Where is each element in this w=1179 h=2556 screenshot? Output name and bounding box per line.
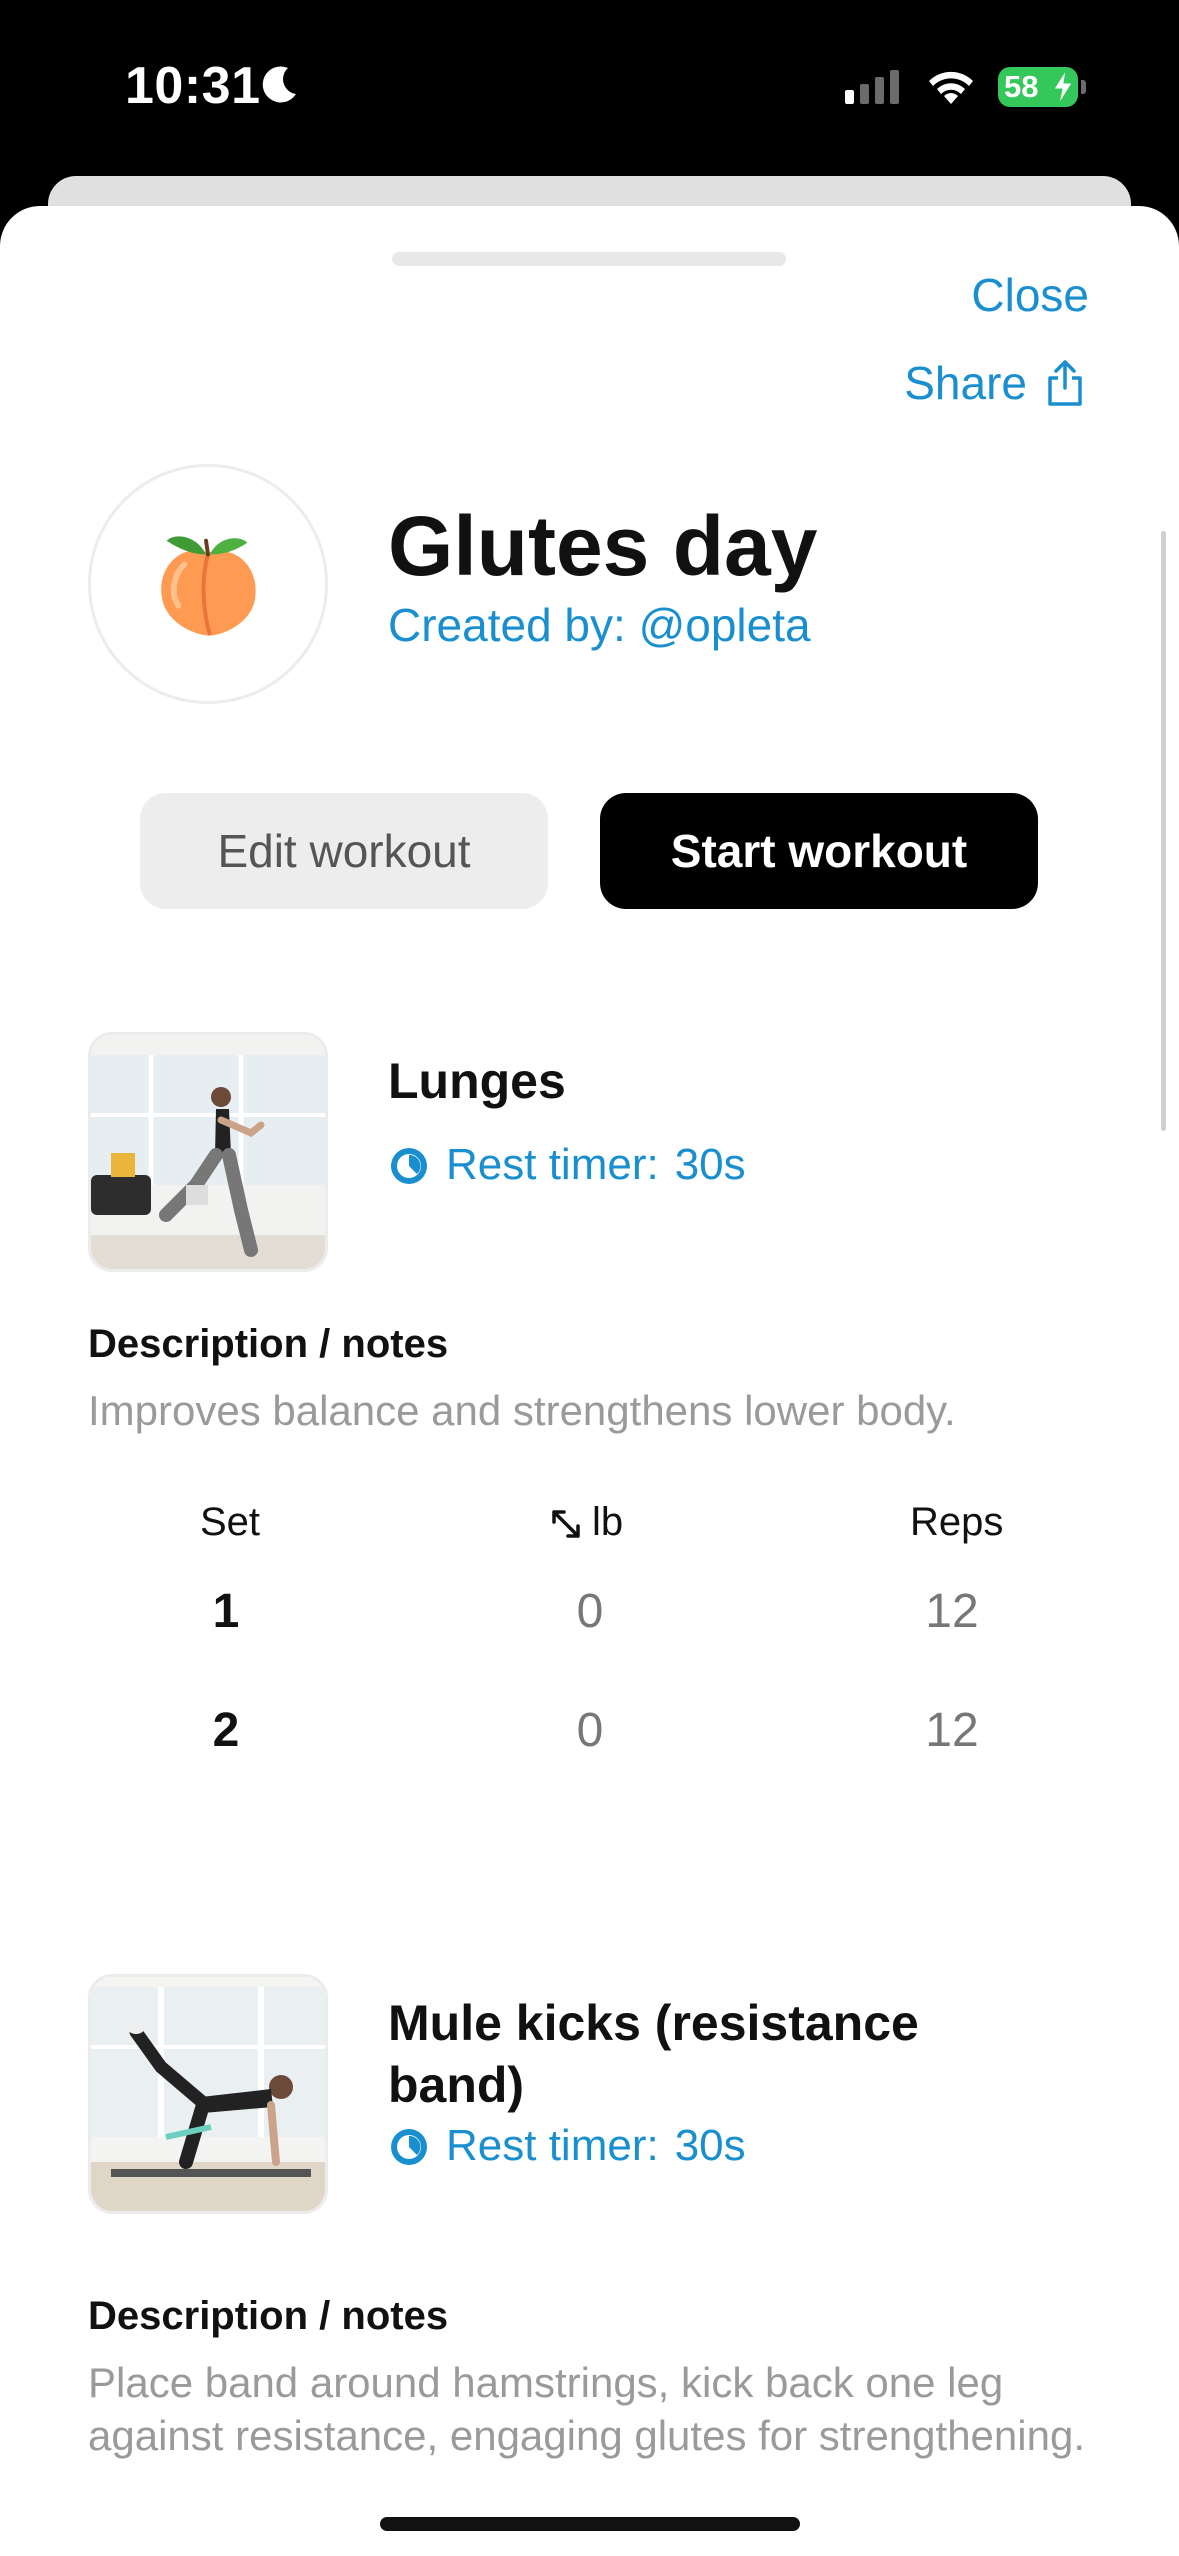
workout-title: Glutes day [388, 499, 818, 593]
rest-timer-value: 30s [674, 1140, 746, 1189]
home-indicator[interactable] [380, 2517, 800, 2531]
exercise-name: Mule kicks (resistance band) [388, 1995, 919, 2113]
workout-sheet: Close Share 🍑 Glutes day Created by: @op… [0, 206, 1179, 2556]
weight-expand-icon [552, 1510, 580, 1539]
battery-tip [1081, 80, 1086, 94]
rest-timer[interactable]: Rest timer: 30s [388, 2121, 746, 2171]
edit-workout-button[interactable]: Edit workout [140, 793, 548, 909]
rest-timer-label: Rest timer: [446, 1140, 659, 1189]
exercise-card-mule-kicks: Mule kicks (resistance band) Rest timer:… [88, 1974, 1098, 2556]
wifi-icon [929, 71, 973, 104]
rest-timer-label: Rest timer: [446, 2121, 659, 2170]
share-icon [1048, 360, 1082, 406]
set-reps[interactable]: 12 [892, 1584, 1012, 1639]
peach-icon [161, 536, 256, 636]
rest-timer-value: 30s [674, 2121, 746, 2170]
lunges-image [91, 1035, 325, 1269]
set-weight[interactable]: 0 [530, 1584, 650, 1639]
column-header-weight: lb [550, 1500, 623, 1545]
timer-icon [391, 1148, 427, 1184]
set-number: 1 [212, 1585, 240, 1638]
status-time: 10:31 [125, 57, 261, 115]
description-label: Description / notes [88, 2294, 449, 2338]
battery-level: 58 [1004, 69, 1039, 104]
set-number: 2 [212, 1704, 240, 1757]
share-button[interactable]: Share [904, 356, 1085, 410]
moon-icon [262, 66, 296, 103]
rest-timer[interactable]: Rest timer: 30s [388, 1140, 746, 1190]
status-bar: 10:31 58 [0, 0, 1179, 175]
scrollbar[interactable] [1161, 531, 1166, 1131]
description-text: Place band around hamstrings, kick back … [88, 2359, 1085, 2459]
weight-unit-label: lb [592, 1500, 624, 1544]
description-label: Description / notes [88, 1322, 449, 1366]
sheet-grabber[interactable] [392, 252, 786, 266]
column-header-set: Set [200, 1500, 261, 1544]
battery-charging-icon [1053, 70, 1073, 104]
mule-kicks-image [91, 1977, 325, 2211]
workout-avatar: 🍑 [88, 464, 328, 704]
column-header-reps: Reps [910, 1500, 1004, 1544]
description-text: Improves balance and strengthens lower b… [88, 1387, 956, 1434]
creator-link[interactable]: Created by: @opleta [388, 598, 811, 652]
set-weight[interactable]: 0 [530, 1703, 650, 1758]
cellular-signal-icon [845, 70, 899, 104]
exercise-thumbnail[interactable] [88, 1974, 328, 2214]
share-label: Share [904, 357, 1027, 409]
exercise-name: Lunges [388, 1053, 566, 1109]
set-reps[interactable]: 12 [892, 1703, 1012, 1758]
close-button[interactable]: Close [971, 268, 1089, 322]
exercise-thumbnail[interactable] [88, 1032, 328, 1272]
timer-icon [391, 2129, 427, 2165]
exercise-card-lunges: Lunges Rest timer: 30s Description / not… [88, 1032, 1098, 1757]
start-workout-button[interactable]: Start workout [600, 793, 1038, 909]
